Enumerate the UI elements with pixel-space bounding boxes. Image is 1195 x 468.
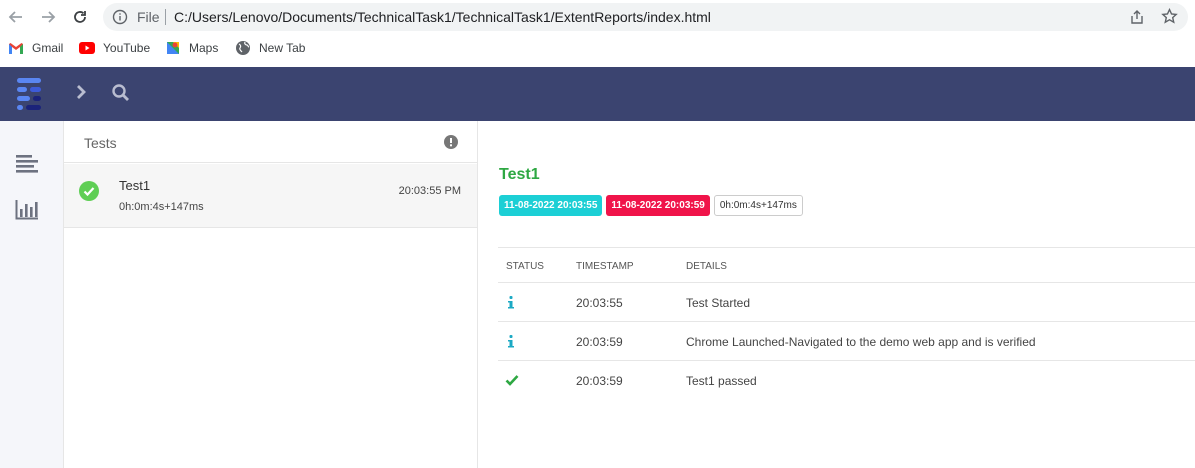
bookmark-label: YouTube (103, 41, 151, 55)
pass-check-circle-icon (79, 181, 99, 201)
globe-icon (235, 40, 251, 56)
arrow-right-icon (42, 11, 56, 23)
browser-toolbar: File C:/Users/Lenovo/Documents/Technical… (0, 0, 1195, 34)
reload-icon (74, 11, 86, 23)
forward-button[interactable] (37, 6, 59, 28)
arrow-left-icon (8, 11, 22, 23)
end-time-badge: 11-08-2022 20:03:59 (606, 195, 710, 216)
divider (165, 9, 166, 25)
log-table-header: STATUS TIMESTAMP DETAILS (498, 247, 1195, 283)
share-icon[interactable] (1129, 9, 1145, 25)
report-header (0, 67, 1195, 121)
youtube-icon (79, 40, 95, 56)
bookmark-label: Gmail (32, 41, 64, 55)
bookmark-youtube[interactable]: YouTube (79, 40, 150, 56)
chevron-right-icon[interactable] (74, 83, 90, 101)
log-row: 20:03:55 Test Started (498, 283, 1195, 322)
test-detail-title: Test1 (499, 166, 540, 183)
test-list-header: Tests (64, 121, 477, 163)
info-icon[interactable] (112, 9, 128, 25)
bookmark-gmail[interactable]: Gmail (8, 40, 63, 56)
search-icon[interactable] (111, 83, 131, 103)
bookmark-new-tab[interactable]: New Tab (235, 40, 305, 56)
reload-button[interactable] (69, 6, 91, 28)
bookmark-label: Maps (189, 41, 219, 55)
log-details: Test1 passed (686, 374, 757, 388)
exclamation-circle-icon[interactable] (444, 135, 458, 149)
test-list-item[interactable]: Test1 0h:0m:4s+147ms 20:03:55 PM (64, 164, 477, 228)
star-icon[interactable] (1161, 8, 1178, 25)
log-timestamp: 20:03:59 (576, 374, 623, 388)
test-name: Test1 (119, 178, 151, 193)
log-row: 20:03:59 Chrome Launched-Navigated to th… (498, 322, 1195, 361)
log-table: STATUS TIMESTAMP DETAILS 20:03:55 Test S… (498, 247, 1195, 400)
log-details: Test Started (686, 296, 751, 310)
test-list-title: Tests (84, 135, 117, 151)
start-time-badge: 11-08-2022 20:03:55 (499, 195, 603, 216)
dashboard-chart-icon[interactable] (15, 198, 39, 220)
log-details: Chrome Launched-Navigated to the demo we… (686, 335, 1036, 349)
bookmark-maps[interactable]: Maps (165, 40, 218, 56)
browser-chrome: File C:/Users/Lenovo/Documents/Technical… (0, 0, 1195, 67)
log-row: 20:03:59 Test1 passed (498, 361, 1195, 400)
pass-check-icon (505, 375, 519, 386)
column-header-details: DETAILS (686, 261, 727, 272)
test-time: 20:03:55 PM (398, 185, 461, 197)
info-status-icon (508, 296, 514, 309)
gmail-icon (8, 40, 24, 56)
test-time-badges: 11-08-2022 20:03:55 11-08-2022 20:03:59 … (499, 195, 803, 216)
test-duration: 0h:0m:4s+147ms (119, 201, 204, 213)
column-header-timestamp: TIMESTAMP (576, 261, 634, 272)
maps-icon (165, 40, 181, 56)
test-list-panel: Tests Test1 0h:0m:4s+147ms 20:03:55 PM (64, 121, 478, 468)
extent-logo-icon[interactable] (12, 76, 46, 112)
sidebar (0, 121, 64, 468)
bookmark-label: New Tab (259, 41, 306, 55)
log-timestamp: 20:03:55 (576, 296, 623, 310)
url-text[interactable]: C:/Users/Lenovo/Documents/TechnicalTask1… (174, 9, 711, 25)
duration-badge: 0h:0m:4s+147ms (713, 195, 803, 216)
back-button[interactable] (5, 6, 27, 28)
address-bar[interactable]: File C:/Users/Lenovo/Documents/Technical… (103, 3, 1188, 31)
column-header-status: STATUS (506, 261, 544, 272)
test-detail-panel: Test1 11-08-2022 20:03:55 11-08-2022 20:… (478, 121, 1195, 468)
file-label: File (137, 9, 160, 25)
log-timestamp: 20:03:59 (576, 335, 623, 349)
test-list-icon[interactable] (15, 153, 39, 175)
bookmarks-bar: Gmail YouTube Maps New Tab (0, 34, 1195, 62)
info-status-icon (508, 335, 514, 348)
